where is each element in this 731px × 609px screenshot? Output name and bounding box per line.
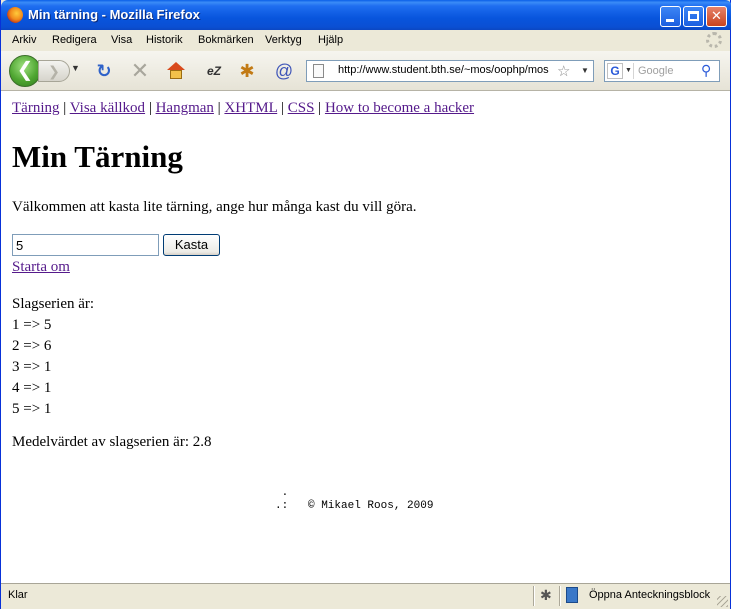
link-hangman[interactable]: Hangman [156,100,214,116]
close-button[interactable]: ✕ [706,6,727,27]
title-bar[interactable]: Min tärning - Mozilla Firefox ✕ [1,0,731,30]
page-title: Min Tärning [12,139,183,174]
back-button[interactable]: ❮ [9,55,41,87]
link-hacker[interactable]: How to become a hacker [325,100,474,116]
history-dropdown-icon[interactable]: ▼ [71,63,80,73]
menu-bar: Arkiv Redigera Visa Historik Bokmärken V… [1,30,730,51]
status-bar: Klar ✱ Öppna Anteckningsblock [1,583,730,609]
throbber-icon [706,32,722,48]
intro-text: Välkommen att kasta lite tärning, ange h… [12,199,417,215]
roll-item: 4 => 1 [12,380,52,396]
restart-link[interactable]: Starta om [12,259,70,276]
maximize-button[interactable] [683,6,704,27]
search-bar[interactable]: G ▼ Google ⚲ [604,60,720,82]
firebug-toolbar-icon[interactable]: ✱ [236,60,258,82]
throws-input[interactable] [12,234,159,256]
resize-grip-icon[interactable] [717,596,728,607]
ez-addon-icon[interactable]: eZ [203,60,225,82]
search-icon[interactable]: ⚲ [701,62,711,79]
link-separator: | [213,100,225,116]
close-icon: ✕ [711,8,722,23]
url-text[interactable]: http://www.student.bth.se/~mos/oophp/mos [338,64,553,76]
link-separator: | [314,100,325,116]
window-title: Min tärning - Mozilla Firefox [28,7,200,22]
footer: ..: © Mikael Roos, 2009 [275,487,433,513]
series-heading: Slagserien är: [12,296,95,312]
menu-visa[interactable]: Visa [111,34,132,46]
open-notepad-label[interactable]: Öppna Anteckningsblock [589,589,710,601]
browser-window: Min tärning - Mozilla Firefox ✕ Arkiv Re… [0,0,731,609]
search-input[interactable]: Google [638,65,673,77]
page-icon [313,64,324,78]
page-content: Tärning | Visa källkod | Hangman | XHTML… [1,91,730,583]
roll-results: Slagserien är: 1 => 5 2 => 6 3 => 1 4 =>… [12,294,94,420]
url-dropdown-icon[interactable]: ▼ [581,66,589,75]
roll-item: 2 => 6 [12,338,52,354]
forward-arrow-icon: ❯ [48,63,60,79]
address-bar[interactable]: http://www.student.bth.se/~mos/oophp/mos… [306,60,594,82]
google-engine-icon[interactable]: G [607,63,623,79]
status-divider [533,586,535,606]
menu-hjalp[interactable]: Hjälp [318,34,343,46]
nav-links: Tärning | Visa källkod | Hangman | XHTML… [12,100,474,117]
menu-bokmarken[interactable]: Bokmärken [198,34,254,46]
home-icon[interactable] [165,60,187,82]
menu-historik[interactable]: Historik [146,34,183,46]
stop-icon[interactable]: ✕ [129,60,151,82]
roll-item: 5 => 1 [12,401,52,417]
maximize-icon [688,11,699,21]
throw-button[interactable]: Kasta [163,234,220,256]
link-css[interactable]: CSS [288,100,315,116]
search-engine-dropdown-icon[interactable]: ▼ [625,67,632,74]
average-text: Medelvärdet av slagserien är: 2.8 [12,434,212,450]
back-arrow-icon: ❮ [16,59,34,81]
reload-icon[interactable]: ↻ [93,60,115,82]
home-roof-shape [167,62,185,70]
firebug-status-icon[interactable]: ✱ [540,587,552,604]
status-text: Klar [8,589,28,601]
minimize-icon [666,19,674,22]
menu-arkiv[interactable]: Arkiv [12,34,36,46]
link-tarning[interactable]: Tärning [12,100,59,116]
menu-verktyg[interactable]: Verktyg [265,34,302,46]
menu-redigera[interactable]: Redigera [52,34,97,46]
home-body-shape [170,70,182,79]
bookmark-star-icon[interactable]: ☆ [557,62,570,80]
link-separator: | [145,100,156,116]
search-divider [633,63,634,79]
link-separator: | [59,100,70,116]
link-xhtml[interactable]: XHTML [224,100,277,116]
footer-line-1: . [275,487,289,499]
link-separator: | [277,100,288,116]
navigation-toolbar: ❮ ❯ ▼ ↻ ✕ eZ ✱ @ http://www.student.bth.… [1,51,730,91]
notepad-icon[interactable] [566,587,578,603]
status-divider [559,586,561,606]
minimize-button[interactable] [660,6,681,27]
firefox-icon [7,7,23,23]
roll-item: 1 => 5 [12,317,52,333]
footer-line-2: .: © Mikael Roos, 2009 [275,500,434,512]
forward-button[interactable]: ❯ [38,60,70,82]
snail-addon-icon[interactable]: @ [273,60,295,82]
roll-item: 3 => 1 [12,359,52,375]
link-visa-kallkod[interactable]: Visa källkod [70,100,145,116]
